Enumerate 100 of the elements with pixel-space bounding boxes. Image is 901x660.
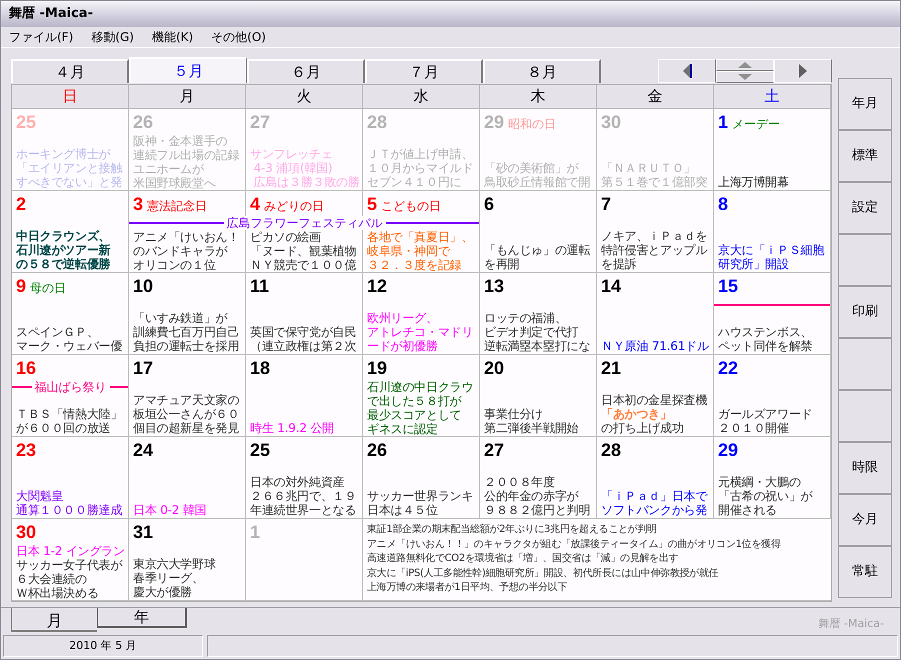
event-note: ガールズアワード: [718, 407, 814, 421]
event-note: 東京六大学野球: [133, 557, 217, 571]
day-number: 1: [250, 522, 260, 542]
menu-item[interactable]: 移動(G): [91, 28, 134, 46]
event-note: ６大会連続の: [16, 572, 88, 586]
event-note: サッカー女子代表が: [16, 558, 124, 572]
weekday-header: 火: [246, 85, 363, 109]
day-number: 13: [484, 276, 504, 296]
event-note: 大関魁皇: [16, 489, 64, 503]
event-note: 「あかつき」: [601, 407, 673, 421]
event-note: 公的年金の赤字が: [484, 489, 580, 503]
event-note: ２００８年度: [484, 475, 556, 489]
blank-button[interactable]: [838, 338, 892, 390]
holiday-label: こどもの日: [381, 198, 442, 215]
day-number: 26: [133, 112, 154, 132]
day-number: 20: [484, 358, 504, 378]
memo-line: 上海万博の来場者が1日平均、予想の半分以下: [367, 581, 568, 595]
side-button[interactable]: 常駐: [838, 546, 892, 598]
menu-item[interactable]: その他(O): [211, 28, 266, 46]
month-tab[interactable]: ５月: [129, 57, 247, 83]
event-note: 訓練費七百万円自己: [133, 325, 240, 339]
view-tab[interactable]: 月: [11, 608, 97, 632]
day-number: 12: [367, 276, 388, 296]
weekday-header: 金: [597, 85, 714, 109]
month-tab[interactable]: ６月: [247, 59, 365, 83]
event-note: サンフレッチェ: [250, 147, 334, 161]
day-number: 4: [250, 194, 260, 214]
left-arrow-icon: [682, 64, 692, 78]
event-note: 「いすみ鉄道」が: [133, 311, 228, 325]
menu-item[interactable]: 機能(K): [152, 28, 194, 46]
event-label: 福山ばら祭り: [32, 380, 110, 394]
holiday-label: 昭和の日: [508, 116, 556, 133]
event-note: 第二弾後半戦開始: [484, 421, 580, 435]
holiday-label: みどりの日: [264, 198, 324, 215]
event-note: １０月からマイルド: [367, 161, 474, 175]
event-note: ソフトバンクから発: [601, 503, 708, 517]
day-number: 16: [16, 358, 36, 378]
view-tab[interactable]: 年: [97, 608, 187, 628]
up-button[interactable]: [716, 59, 774, 71]
month-tab[interactable]: ７月: [365, 59, 483, 83]
event-note: 負担の運転士を採用: [133, 339, 240, 353]
event-note: ＴＢＳ「情熱大陸」: [16, 407, 124, 421]
event-note: ２０１０開催: [718, 421, 790, 435]
month-tab[interactable]: ８月: [483, 59, 601, 83]
event-note: Ｗ杯出場決める: [16, 586, 100, 600]
day-number: 1: [718, 112, 728, 132]
event-note: の５８で逆転優勝: [16, 257, 112, 271]
event-note: すべきでない」と発: [16, 175, 124, 189]
day-number: 18: [250, 358, 270, 378]
event-note: 各地で「真夏日」、: [367, 230, 474, 244]
side-button[interactable]: 標準: [838, 130, 892, 182]
blank-button[interactable]: [838, 234, 892, 286]
side-button[interactable]: 設定: [838, 182, 892, 234]
event-note: 板垣公一さんが６０: [133, 407, 240, 421]
side-button[interactable]: 年月: [838, 78, 892, 130]
event-note: 日本は４５位: [367, 503, 439, 517]
event-note: を提訴: [601, 257, 638, 271]
day-number: 24: [133, 440, 154, 460]
event-note: 欧州リーグ、: [367, 311, 439, 325]
day-number: 27: [484, 440, 504, 460]
event-note: 日本初の金星探査機: [601, 393, 708, 407]
event-note: 「ｉＰａｄ」日本で: [601, 489, 709, 503]
weekday-header: 水: [363, 85, 480, 109]
side-button[interactable]: 時限: [838, 442, 892, 494]
previous-button[interactable]: [658, 59, 716, 83]
day-number: 11: [250, 276, 270, 296]
down-button[interactable]: [716, 71, 774, 83]
month-tab[interactable]: ４月: [11, 59, 129, 83]
memo-line: 京大に「iPS(人工多能性幹)細胞研究所」開設、初代所長には山中伸弥教授が就任: [367, 566, 718, 580]
day-number: 19: [367, 358, 388, 378]
event-note: 個目の超新星を発見: [133, 421, 240, 435]
memo-line: 東証1部企業の期末配当総額が2年ぶりに3兆円を超えることが判明: [367, 523, 657, 537]
day-number: 9: [16, 276, 26, 296]
blank-button[interactable]: [838, 390, 892, 442]
menu-item[interactable]: ファイル(F): [9, 28, 74, 46]
day-number: 5: [367, 194, 378, 214]
event-note: 京大に「ｉＰＳ細胞: [718, 243, 826, 257]
next-button[interactable]: [774, 59, 832, 83]
event-note: 通算１０００勝達成: [16, 503, 124, 517]
day-number: 25: [16, 112, 36, 132]
event-note: 第５１巻で１億部突: [601, 175, 708, 189]
event-note: ホーキング博士が: [16, 147, 112, 161]
event-note: 「ヌード、観葉植物: [250, 244, 358, 258]
event-note: 中日クラウンズ、: [16, 229, 112, 243]
day-number: 21: [601, 358, 622, 378]
side-button[interactable]: 印刷: [838, 286, 892, 338]
weekday-header: 土: [714, 85, 831, 109]
event-note: で出した５８打が: [367, 394, 462, 408]
side-button[interactable]: 今月: [838, 494, 892, 546]
day-number: 28: [367, 112, 388, 132]
day-number: 10: [133, 276, 154, 296]
day-number: 8: [718, 194, 728, 214]
event-note: 阪神・金本選手の: [133, 134, 228, 148]
day-number: 29: [484, 112, 504, 132]
event-note: ＮＹ競売で１００億: [250, 258, 358, 272]
event-note: ２６６兆円で、１９: [250, 489, 358, 503]
day-number: 28: [601, 440, 622, 460]
event-note: 英国で保守党が自民: [250, 325, 358, 339]
weekday-header: 木: [480, 85, 597, 109]
event-note: ピカソの絵画: [250, 230, 322, 244]
